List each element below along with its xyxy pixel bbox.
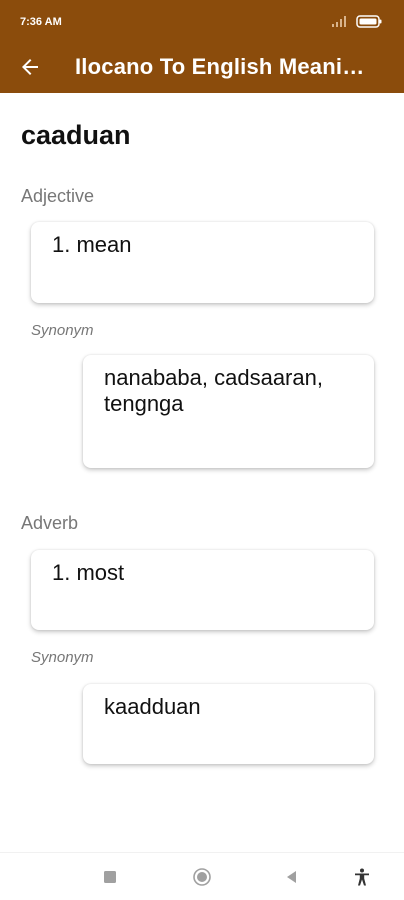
meaning-text: 1. mean xyxy=(52,232,132,257)
system-nav-bar xyxy=(0,852,404,900)
synonym-label: Synonym xyxy=(31,649,94,666)
part-of-speech-label: Adjective xyxy=(21,186,95,206)
signal-icon xyxy=(332,16,346,27)
battery-icon xyxy=(356,15,382,28)
synonym-text: nanababa, cadsaaran, tengnga xyxy=(104,365,323,417)
status-bar: 7:36 AM xyxy=(0,0,404,44)
toolbar-title: Ilocano To English Meani… xyxy=(75,54,365,79)
word-title: caaduan xyxy=(21,120,131,150)
meaning-card: 1. most xyxy=(31,550,374,630)
app-bar: 7:36 AM Ilocano To English Meani… xyxy=(0,0,404,93)
accessibility-icon[interactable] xyxy=(352,867,372,887)
back-triangle-icon[interactable] xyxy=(282,867,302,887)
back-arrow-icon[interactable] xyxy=(18,55,42,79)
recents-square-icon[interactable] xyxy=(100,867,120,887)
synonym-text: kaadduan xyxy=(104,694,201,719)
status-time: 7:36 AM xyxy=(20,16,62,28)
home-circle-icon[interactable] xyxy=(192,867,212,887)
meaning-text: 1. most xyxy=(52,560,125,585)
synonym-label: Synonym xyxy=(31,322,94,339)
toolbar: Ilocano To English Meani… xyxy=(0,44,404,93)
synonym-card: kaadduan xyxy=(83,684,374,764)
part-of-speech-label: Adverb xyxy=(21,513,79,533)
meaning-card: 1. mean xyxy=(31,222,374,303)
synonym-card: nanababa, cadsaaran, tengnga xyxy=(83,355,374,468)
